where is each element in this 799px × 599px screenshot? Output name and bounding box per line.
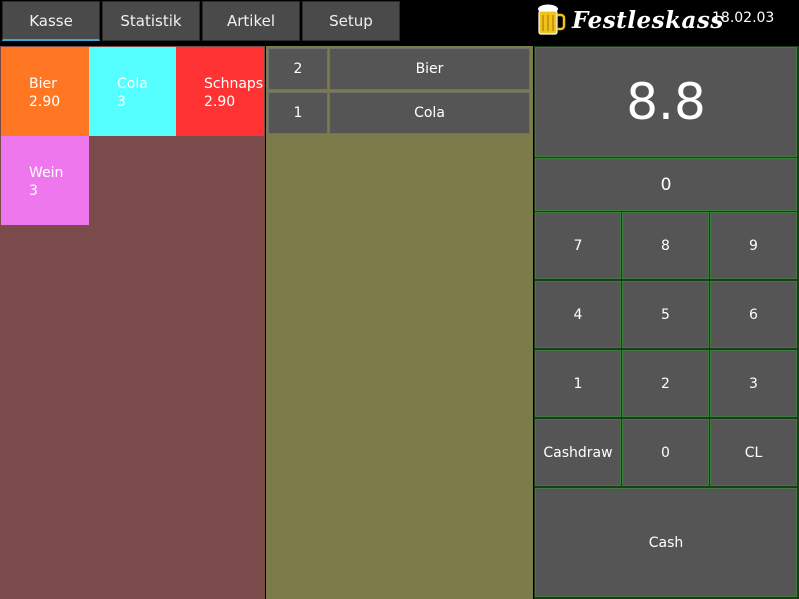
key-1[interactable]: 1 bbox=[535, 350, 621, 417]
key-4[interactable]: 4 bbox=[535, 281, 621, 348]
article-panel: Bier 2.90 Cola 3 Schnaps 2.90 Wein 3 bbox=[0, 46, 265, 599]
cash-button[interactable]: Cash bbox=[535, 488, 797, 597]
article-button-bier[interactable]: Bier 2.90 bbox=[1, 47, 89, 136]
order-row[interactable]: 2 Bier bbox=[266, 48, 530, 90]
order-quantity[interactable]: 1 bbox=[268, 92, 328, 134]
article-name: Bier bbox=[29, 76, 57, 92]
order-quantity[interactable]: 2 bbox=[268, 48, 328, 90]
top-bar: Kasse Statistik Artikel Setup Festleskas… bbox=[0, 0, 799, 45]
order-item-name[interactable]: Cola bbox=[329, 92, 530, 134]
key-6[interactable]: 6 bbox=[710, 281, 797, 348]
article-button-wein[interactable]: Wein 3 bbox=[1, 136, 89, 225]
article-button-cola[interactable]: Cola 3 bbox=[89, 47, 177, 136]
article-name: Wein bbox=[29, 165, 64, 181]
key-2[interactable]: 2 bbox=[622, 350, 709, 417]
app-logo: Festleskass bbox=[536, 3, 724, 37]
key-8[interactable]: 8 bbox=[622, 212, 709, 279]
article-price: 2.90 bbox=[204, 94, 236, 110]
date-display: 18.02.03 bbox=[712, 10, 775, 26]
beer-mug-icon bbox=[538, 4, 566, 35]
tab-statistik[interactable]: Statistik bbox=[102, 1, 200, 41]
logo-text: Festleskass bbox=[572, 6, 724, 34]
tab-artikel[interactable]: Artikel bbox=[202, 1, 300, 41]
keypad-panel: 8.8 0 7 8 9 4 5 6 1 2 3 Cashdraw 0 CL Ca… bbox=[534, 46, 799, 599]
article-name: Cola bbox=[117, 76, 148, 92]
input-display: 0 bbox=[535, 158, 797, 211]
order-row[interactable]: 1 Cola bbox=[266, 92, 530, 134]
key-0[interactable]: 0 bbox=[622, 419, 709, 486]
key-7[interactable]: 7 bbox=[535, 212, 621, 279]
tab-setup[interactable]: Setup bbox=[302, 1, 400, 41]
order-item-name[interactable]: Bier bbox=[329, 48, 530, 90]
key-3[interactable]: 3 bbox=[710, 350, 797, 417]
order-panel: 2 Bier 1 Cola bbox=[266, 46, 533, 599]
article-name: Schnaps bbox=[204, 76, 264, 92]
tab-kasse[interactable]: Kasse bbox=[2, 1, 100, 41]
article-price: 3 bbox=[29, 183, 38, 199]
article-price: 2.90 bbox=[29, 94, 61, 110]
clear-button[interactable]: CL bbox=[710, 419, 797, 486]
article-price: 3 bbox=[117, 94, 126, 110]
key-9[interactable]: 9 bbox=[710, 212, 797, 279]
total-display: 8.8 bbox=[535, 47, 797, 157]
cashdraw-button[interactable]: Cashdraw bbox=[535, 419, 621, 486]
article-button-schnaps[interactable]: Schnaps 2.90 bbox=[176, 47, 264, 136]
key-5[interactable]: 5 bbox=[622, 281, 709, 348]
